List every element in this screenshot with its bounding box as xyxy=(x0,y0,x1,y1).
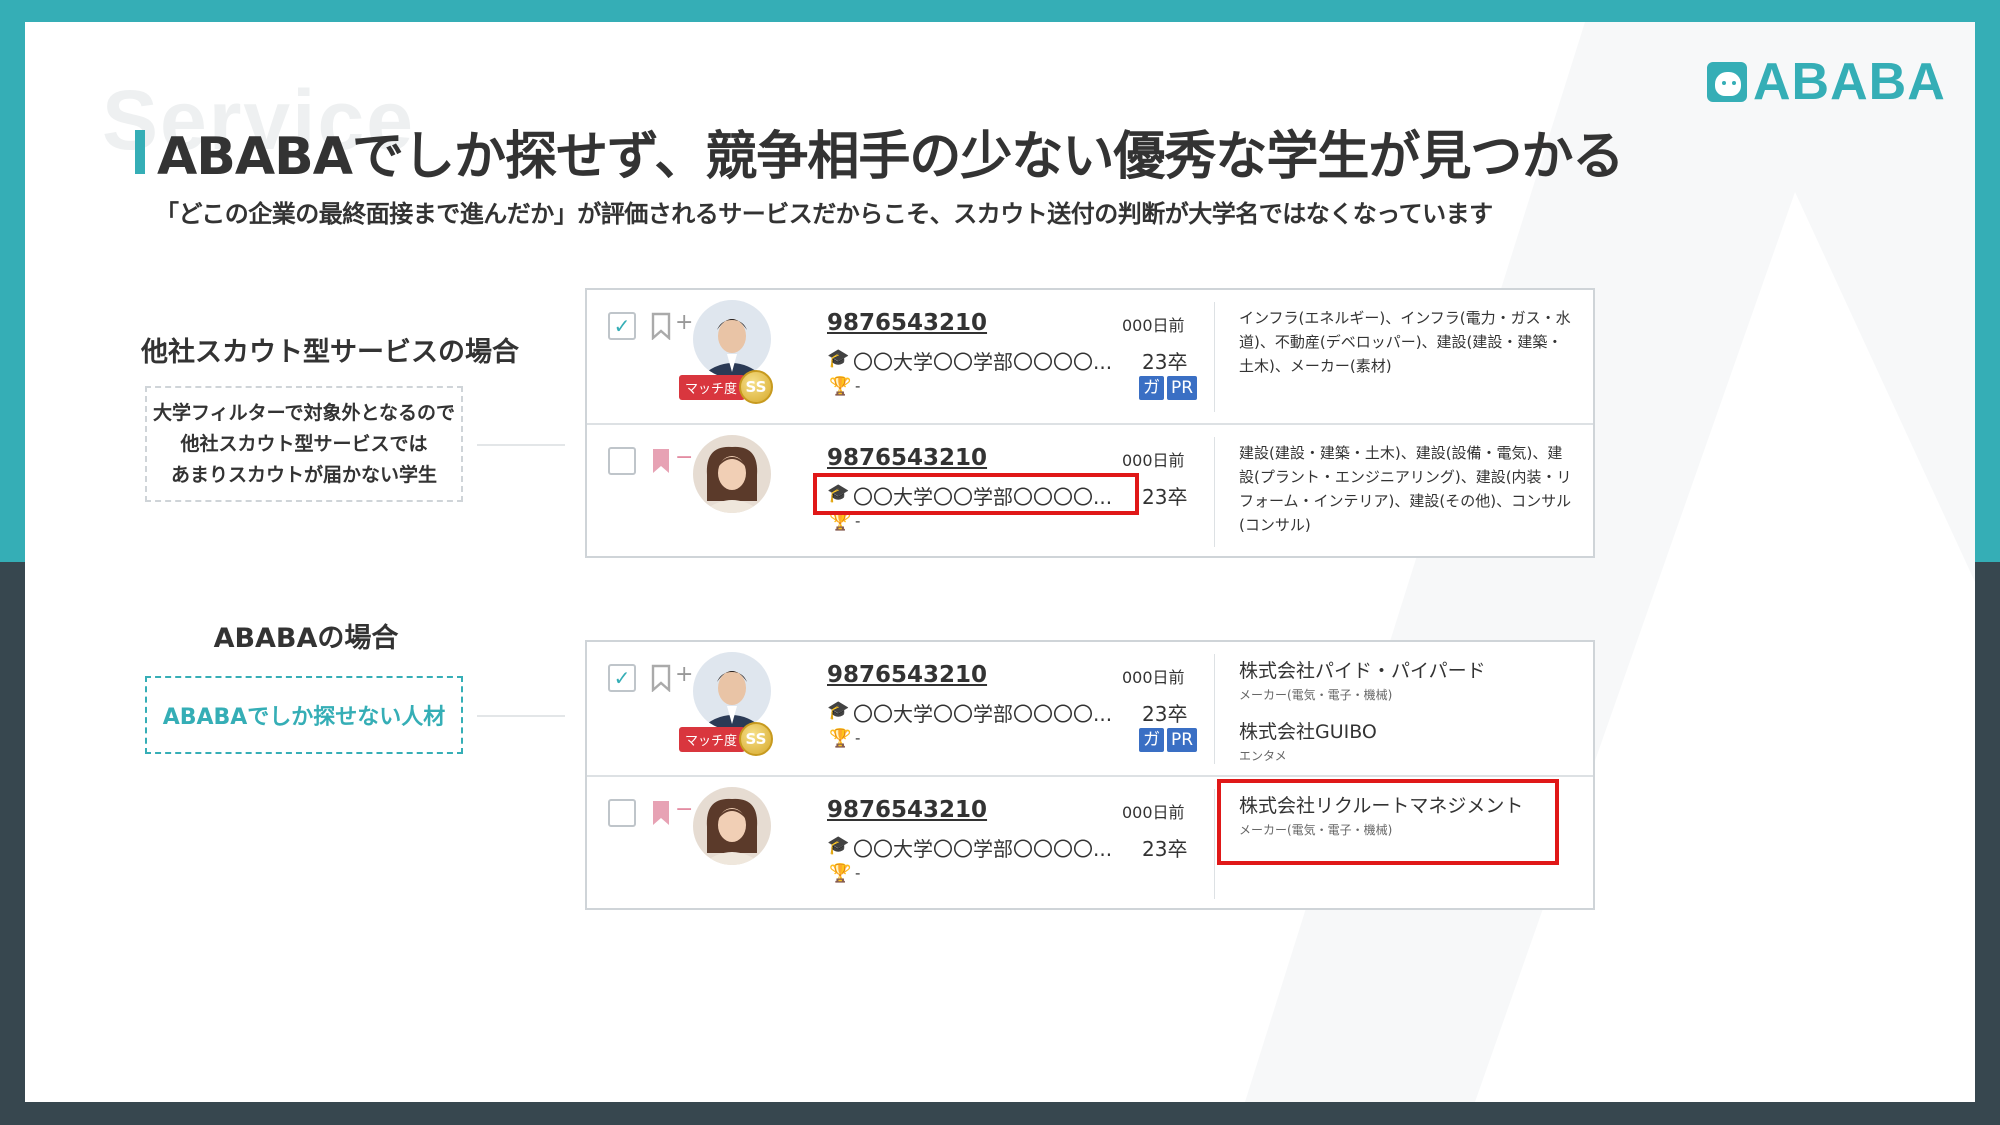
candidate-row[interactable]: ✓ + マッチ度 SS 9876543210 🎓 〇〇大学〇〇学部〇〇〇〇...… xyxy=(587,290,1593,423)
column-divider xyxy=(1214,654,1215,764)
note-line: 他社スカウト型サービスでは xyxy=(180,432,428,455)
bookmark-sign: + xyxy=(675,662,694,687)
case-ababa-label: ABABAの場合 xyxy=(213,623,399,654)
dog-icon xyxy=(1707,62,1747,102)
page-title: ABABAでしか探せず、競争相手の少ない優秀な学生が見つかる xyxy=(157,127,1624,187)
bookmark-icon[interactable] xyxy=(651,799,671,827)
graduation-cap-icon: 🎓 xyxy=(827,700,850,721)
case-other-note: 大学フィルターで対象外となるので 他社スカウト型サービスでは あまりスカウトが届… xyxy=(145,386,463,502)
trophy-icon: 🏆 xyxy=(829,376,852,397)
student-id-link[interactable]: 9876543210 xyxy=(827,797,987,823)
days-ago: 000日前 xyxy=(1122,451,1185,470)
trophy-icon: 🏆 xyxy=(829,863,852,884)
bookmark-icon[interactable] xyxy=(651,447,671,475)
badge-group: ガ PR xyxy=(1139,376,1198,400)
checkbox-checked[interactable]: ✓ xyxy=(608,664,636,692)
company-name: 株式会社GUIBO xyxy=(1239,721,1377,743)
company-highlight-box xyxy=(1217,779,1559,865)
days-ago: 000日前 xyxy=(1122,668,1185,687)
checkbox-unchecked[interactable] xyxy=(608,799,636,827)
candidate-panel-other: ✓ + マッチ度 SS 9876543210 🎓 〇〇大学〇〇学部〇〇〇〇...… xyxy=(585,288,1595,558)
connector-line xyxy=(477,715,565,717)
bookmark-sign: + xyxy=(675,310,694,335)
university: 〇〇大学〇〇学部〇〇〇〇... xyxy=(853,350,1113,374)
days-ago: 000日前 xyxy=(1122,803,1185,822)
university: 〇〇大学〇〇学部〇〇〇〇... xyxy=(853,702,1113,726)
bookmark-icon[interactable] xyxy=(651,664,671,692)
badge: ガ xyxy=(1139,376,1164,400)
graduation-cap-icon: 🎓 xyxy=(827,835,850,856)
bookmark-sign: − xyxy=(675,797,694,822)
desired-industries: 建設(建設・建築・土木)、建設(設備・電気)、建設(プラント・エンジニアリング)… xyxy=(1239,444,1572,534)
trophy-icon: 🏆 xyxy=(829,728,852,749)
company-category: メーカー(電気・電子・機械) xyxy=(1239,688,1393,702)
slide: Service ABABA ABABAでしか探せず、競争相手の少ない優秀な学生が… xyxy=(25,22,1975,1102)
bookmark-sign: − xyxy=(675,445,694,470)
desired-industries: インフラ(エネルギー)、インフラ(電力・ガス・水道)、不動産(デベロッパー)、建… xyxy=(1239,309,1571,375)
bookmark-icon[interactable] xyxy=(651,312,671,340)
graduation-year: 23卒 xyxy=(1142,350,1188,374)
column-divider xyxy=(1214,302,1215,412)
university: 〇〇大学〇〇学部〇〇〇〇... xyxy=(853,837,1113,861)
graduation-year: 23卒 xyxy=(1142,485,1188,509)
company-name: 株式会社パイド・パイパード xyxy=(1239,660,1486,682)
candidate-panel-ababa: ✓ + マッチ度 SS 9876543210 🎓 〇〇大学〇〇学部〇〇〇〇...… xyxy=(585,640,1595,910)
university-highlight-box xyxy=(813,473,1139,515)
student-id-link[interactable]: 9876543210 xyxy=(827,662,987,688)
student-id-link[interactable]: 9876543210 xyxy=(827,445,987,471)
checkbox-unchecked[interactable] xyxy=(608,447,636,475)
candidate-row[interactable]: − 9876543210 🎓 〇〇大学〇〇学部〇〇〇〇... 🏆 - 000日前… xyxy=(587,423,1593,558)
title-accent-bar xyxy=(135,130,145,174)
badge-group: ガ PR xyxy=(1139,728,1198,752)
avatar-male xyxy=(693,300,771,378)
match-score: マッチ度 SS xyxy=(679,370,774,404)
student-id-link[interactable]: 9876543210 xyxy=(827,310,987,336)
company-category: エンタメ xyxy=(1239,749,1287,763)
graduation-cap-icon: 🎓 xyxy=(827,348,850,369)
column-divider xyxy=(1214,437,1215,547)
candidate-row[interactable]: ✓ + マッチ度 SS 9876543210 🎓 〇〇大学〇〇学部〇〇〇〇...… xyxy=(587,642,1593,775)
note-line: あまりスカウトが届かない学生 xyxy=(170,463,437,486)
note-line: 大学フィルターで対象外となるので xyxy=(153,401,455,424)
page-subtitle: 「どこの企業の最終面接まで進んだか」が評価されるサービスだからこそ、スカウト送付… xyxy=(155,200,1493,228)
ababa-logo: ABABA xyxy=(1707,52,1946,112)
badge: PR xyxy=(1167,728,1198,752)
avatar-female xyxy=(693,435,771,513)
avatar-female xyxy=(693,787,771,865)
medal-icon: SS xyxy=(739,370,774,404)
checkbox-checked[interactable]: ✓ xyxy=(608,312,636,340)
graduation-year: 23卒 xyxy=(1142,702,1188,726)
badge: ガ xyxy=(1139,728,1164,752)
match-score: マッチ度 SS xyxy=(679,722,774,756)
company-history: 株式会社パイド・パイパード メーカー(電気・電子・機械) 株式会社GUIBO エ… xyxy=(1239,656,1579,778)
case-ababa-note: ABABAでしか探せない人材 xyxy=(145,676,463,754)
trophy-value: - xyxy=(855,377,861,395)
days-ago: 000日前 xyxy=(1122,316,1185,335)
trophy-value: - xyxy=(855,729,861,747)
trophy-value: - xyxy=(855,864,861,882)
graduation-year: 23卒 xyxy=(1142,837,1188,861)
logo-text: ABABA xyxy=(1753,53,1946,111)
column-divider xyxy=(1214,789,1215,899)
candidate-row[interactable]: − 9876543210 🎓 〇〇大学〇〇学部〇〇〇〇... 🏆 - 000日前… xyxy=(587,775,1593,910)
medal-icon: SS xyxy=(739,722,774,756)
connector-line xyxy=(477,444,565,446)
avatar-male xyxy=(693,652,771,730)
badge: PR xyxy=(1167,376,1198,400)
case-other-label: 他社スカウト型サービスの場合 xyxy=(141,337,519,368)
